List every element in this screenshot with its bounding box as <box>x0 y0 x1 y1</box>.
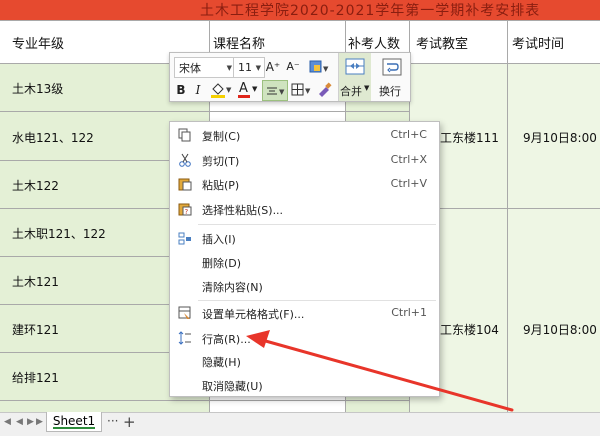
last-sheet-arrow-icon[interactable]: ▶ <box>36 417 43 427</box>
more-sheets-button[interactable]: ··· <box>107 414 118 428</box>
prev-sheet-arrow-icon[interactable]: ◀ <box>16 417 23 427</box>
next-sheet-arrow-icon[interactable]: ▶ <box>27 417 34 427</box>
tab-sheet1[interactable]: Sheet1 <box>46 412 102 432</box>
add-sheet-button[interactable]: + <box>123 413 136 431</box>
first-sheet-arrow-icon[interactable]: ◀ <box>4 417 11 427</box>
tab-sheet1-label: Sheet1 <box>52 414 96 428</box>
annotation-arrow <box>246 330 514 412</box>
